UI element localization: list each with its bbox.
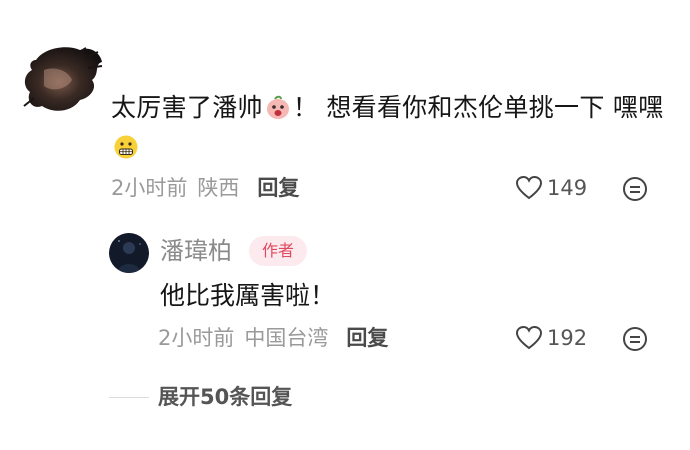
reply-more-icon[interactable] [622,326,648,352]
grimace-face-icon [113,132,139,159]
reply-time: 2小时前 [158,326,235,350]
reply-like-count: 192 [547,326,588,350]
comment-time: 2小时前 [111,176,188,200]
reply-location: 中国台湾 [244,326,329,350]
reply-reply-button[interactable]: 回复 [346,326,388,350]
peach-face-icon [265,92,291,119]
comment-more-icon[interactable] [622,176,648,202]
author-avatar-image [109,233,149,273]
avatar-image [23,47,103,111]
comment-text-part2: ！ 想看看你和杰伦单挑一下 嘿嘿 [292,93,664,122]
comment-body: 太厉害了潘帅 ！ 想看看你和杰伦单挑一下 嘿嘿 [111,88,671,168]
comment-like-count: 149 [547,176,588,200]
reply-like-button[interactable]: 192 [515,324,587,352]
comment-like-button[interactable]: 149 [515,174,587,202]
reply-author-name[interactable]: 潘瑋柏 [160,235,232,267]
comment-meta: 2小时前 陕西 回复 [111,174,299,202]
expand-replies-button[interactable]: 展开50条回复 [158,382,292,412]
heart-icon [515,325,543,350]
comment-thread: 太厉害了潘帅 ！ 想看看你和杰伦单挑一下 嘿嘿 2小时前 陕西 回复 149 潘… [0,0,690,450]
reply-meta: 2小时前 中国台湾 回复 [158,324,388,352]
author-avatar[interactable] [109,233,149,273]
expand-divider [109,397,149,398]
author-badge: 作者 [249,236,307,266]
comment-location: 陕西 [197,176,240,200]
commenter-avatar[interactable] [14,40,106,118]
comment-reply-button[interactable]: 回复 [257,176,299,200]
comment-text-part1: 太厉害了潘帅 [111,93,263,122]
reply-body: 他比我厲害啦！ [160,281,336,310]
heart-icon [515,175,543,200]
